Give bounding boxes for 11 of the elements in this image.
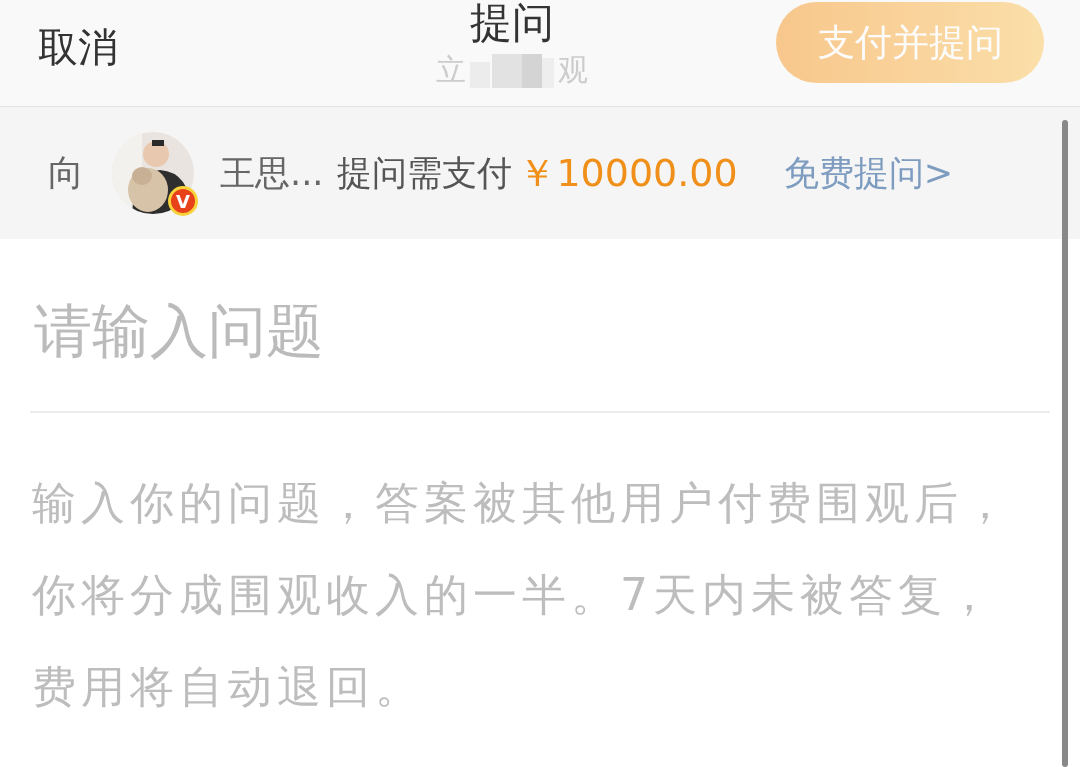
- page-title: 提问: [470, 0, 554, 46]
- verified-badge: V: [168, 186, 198, 216]
- mosaic-icon: [470, 53, 554, 88]
- cancel-button[interactable]: 取消: [38, 20, 118, 75]
- question-input-field[interactable]: 请输入问题: [34, 291, 1034, 371]
- to-label: 向: [48, 150, 84, 195]
- price-label: 提问需支付: [337, 151, 513, 195]
- price-amount: ￥10000.00: [518, 149, 738, 197]
- free-ask-link[interactable]: 免费提问>: [783, 149, 954, 197]
- user-name: 王思...: [220, 151, 324, 195]
- hint-text: 输入你的问题，答案被其他用户付费围观后，你将分成围观收入的一半。7天内未被答复，费用将自动退回。: [32, 476, 1013, 714]
